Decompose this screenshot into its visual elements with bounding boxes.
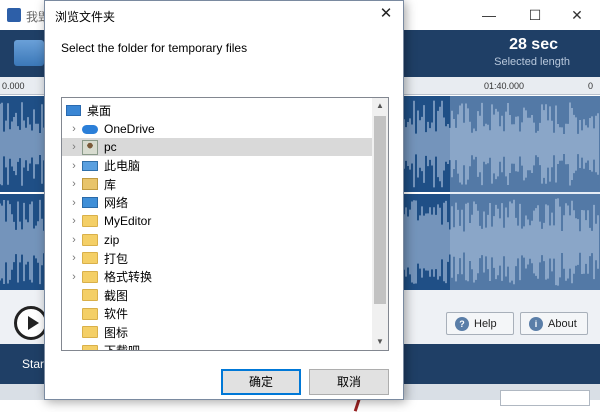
tree-item[interactable]: › 库: [62, 175, 372, 193]
dialog-close-icon[interactable]: ✕: [369, 1, 403, 27]
tree-item-label: 此电脑: [104, 159, 141, 173]
chevron-right-icon[interactable]: ›: [66, 178, 82, 190]
folder-icon: [82, 252, 98, 264]
tree-item[interactable]: 截图: [62, 286, 372, 304]
tree-item[interactable]: › 打包: [62, 249, 372, 267]
tree-item[interactable]: 下载吧: [62, 342, 372, 351]
app-icon: [7, 8, 21, 22]
tree-item-label: 网络: [104, 196, 129, 210]
dialog-prompt: Select the folder for temporary files: [61, 41, 248, 55]
tree-item[interactable]: › OneDrive: [62, 120, 372, 138]
tree-item-label: 桌面: [87, 103, 112, 118]
selected-length-value: 28 sec: [509, 36, 558, 53]
chevron-right-icon[interactable]: ›: [66, 234, 82, 246]
tree-item[interactable]: › 网络: [62, 194, 372, 212]
dialog-title: 浏览文件夹: [55, 10, 116, 24]
tree-item-label: 软件: [104, 307, 129, 321]
scroll-down-icon[interactable]: ▼: [372, 334, 388, 350]
computer-icon: [82, 160, 98, 171]
tree-item-label: 下载吧: [104, 344, 141, 351]
scroll-up-icon[interactable]: ▲: [372, 98, 388, 114]
scroll-thumb[interactable]: [374, 116, 386, 304]
tree-item[interactable]: › 格式转换: [62, 268, 372, 286]
chevron-right-icon[interactable]: ›: [66, 123, 82, 135]
chevron-right-icon[interactable]: ›: [66, 215, 82, 227]
maximize-button[interactable]: ☐: [512, 0, 558, 30]
about-button-label: About: [548, 317, 577, 330]
folder-icon: [82, 344, 98, 350]
tree-item-label: MyEditor: [104, 214, 152, 228]
tree-item-label: 格式转换: [104, 270, 153, 284]
user-icon: [82, 139, 98, 155]
tree-item[interactable]: 桌面: [62, 101, 372, 119]
folder-icon: [82, 289, 98, 301]
close-button[interactable]: ✕: [554, 0, 600, 30]
desktop-icon: [66, 104, 81, 116]
about-button[interactable]: i About: [520, 312, 588, 335]
folder-icon: [82, 326, 98, 338]
folder-icon: [82, 233, 98, 246]
tree-item[interactable]: 软件: [62, 305, 372, 323]
tree-item-label: pc: [104, 140, 117, 154]
timeline-label: 0: [588, 81, 594, 91]
waveform-selection[interactable]: [450, 96, 600, 290]
start-label[interactable]: Star: [22, 357, 44, 371]
timeline-label: 0.000: [2, 81, 25, 91]
play-button[interactable]: [14, 306, 48, 340]
tree-item-label: zip: [104, 232, 120, 247]
help-icon: ?: [455, 316, 469, 331]
tree-item-label: OneDrive: [104, 121, 155, 136]
info-icon: i: [529, 316, 543, 331]
bottom-button[interactable]: [500, 390, 590, 406]
network-icon: [82, 197, 98, 208]
help-button-label: Help: [474, 317, 497, 330]
ok-button[interactable]: 确定: [221, 369, 301, 395]
folder-tree[interactable]: 下载吧 图标 软件 截图 › 格式转换 › 打包 › zip › MyEditor › 网络 › 库 › 此电脑 ›…: [61, 97, 389, 351]
tree-item[interactable]: › MyEditor: [62, 212, 372, 230]
tree-item[interactable]: › pc: [62, 138, 372, 156]
selected-length-label: Selected length: [494, 56, 570, 68]
tree-item[interactable]: 图标: [62, 323, 372, 341]
tree-item-label: 图标: [104, 325, 129, 340]
cancel-button[interactable]: 取消: [309, 369, 389, 395]
folder-icon: [82, 270, 98, 283]
chevron-right-icon[interactable]: ›: [66, 160, 82, 172]
chevron-right-icon[interactable]: ›: [66, 271, 82, 283]
tree-item-label: 截图: [104, 288, 129, 303]
chevron-right-icon[interactable]: ›: [66, 252, 82, 264]
tree-item-label: 打包: [104, 251, 129, 266]
library-icon: [82, 178, 98, 190]
minimize-button[interactable]: —: [466, 0, 512, 30]
cloud-icon: [82, 125, 98, 134]
chevron-right-icon[interactable]: ›: [66, 197, 82, 209]
timeline-label: 01:40.000: [484, 81, 525, 91]
folder-icon: [82, 307, 98, 320]
help-button[interactable]: ? Help: [446, 312, 514, 335]
tree-item[interactable]: › zip: [62, 231, 372, 249]
tree-item-label: 库: [104, 177, 117, 192]
tree-item[interactable]: › 此电脑: [62, 157, 372, 175]
chevron-right-icon[interactable]: ›: [66, 141, 82, 153]
tree-scrollbar[interactable]: ▲ ▼: [372, 98, 388, 350]
folder-icon: [82, 215, 98, 227]
browse-folder-dialog: 浏览文件夹 ✕ Select the folder for temporary …: [44, 0, 404, 400]
open-file-icon[interactable]: [14, 40, 44, 66]
